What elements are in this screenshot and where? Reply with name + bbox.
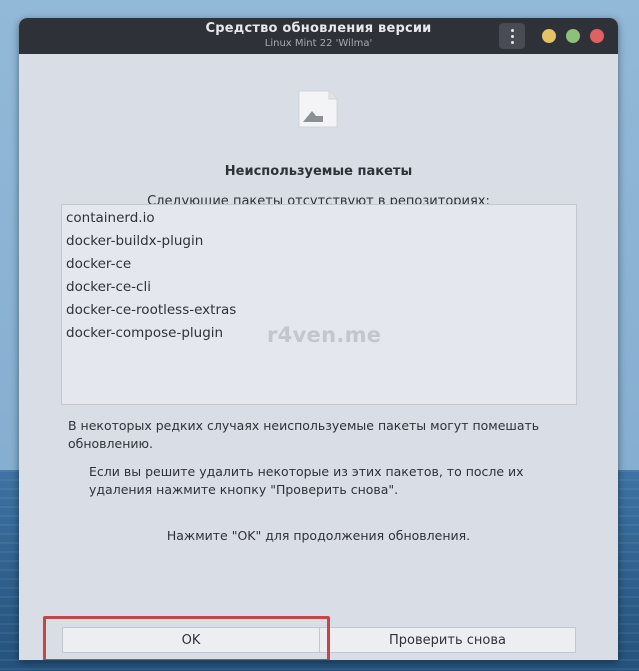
window-subtitle: Linux Mint 22 'Wilma'	[264, 38, 373, 49]
ok-button[interactable]: OK	[62, 627, 320, 653]
dialog-window: Средство обновления версии Linux Mint 22…	[19, 18, 618, 660]
document-icon	[298, 90, 338, 128]
kebab-menu-icon[interactable]	[499, 23, 525, 49]
info-text-continue: Нажмите "OK" для продолжения обновления.	[166, 528, 471, 543]
window-title: Средство обновления версии	[205, 21, 432, 36]
list-item[interactable]: docker-ce-cli	[62, 276, 576, 299]
maximize-icon[interactable]	[566, 29, 580, 43]
info-text-rare-cases: В некоторых редких случаях неиспользуемы…	[68, 418, 540, 451]
list-item[interactable]: docker-buildx-plugin	[62, 230, 576, 253]
list-item[interactable]: docker-ce-rootless-extras	[62, 299, 576, 322]
package-list[interactable]: containerd.io docker-buildx-plugin docke…	[61, 204, 577, 405]
list-item[interactable]: containerd.io	[62, 207, 576, 230]
titlebar[interactable]: Средство обновления версии Linux Mint 22…	[19, 18, 618, 54]
minimize-icon[interactable]	[542, 29, 556, 43]
recheck-button[interactable]: Проверить снова	[319, 627, 576, 653]
close-icon[interactable]	[590, 29, 604, 43]
dialog-heading: Неиспользуемые пакеты	[224, 164, 413, 179]
watermark: r4ven.me	[267, 323, 382, 347]
list-item[interactable]: docker-ce	[62, 253, 576, 276]
info-text-remove-packages: Если вы решите удалить некоторые из этих…	[89, 464, 524, 497]
dialog-content: Неиспользуемые пакеты Следующие пакеты о…	[19, 54, 618, 660]
